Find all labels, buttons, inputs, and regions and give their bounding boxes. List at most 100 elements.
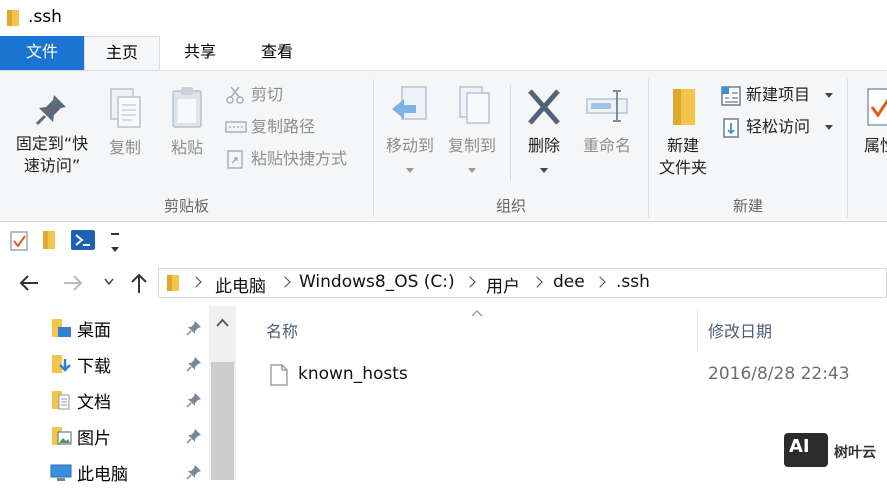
ribbon-tabs: 文件 主页 共享 查看 xyxy=(0,36,887,71)
copy-path-icon xyxy=(225,121,247,133)
scroll-up-arrow-icon[interactable] xyxy=(209,306,236,340)
title-bar: .ssh xyxy=(0,0,887,36)
copy-to-button[interactable]: 复制到 xyxy=(442,83,502,179)
pin-icon[interactable] xyxy=(186,320,202,336)
move-to-button[interactable]: 移动到 xyxy=(380,83,440,179)
move-to-dropdown-icon xyxy=(406,168,414,173)
tab-share[interactable]: 共享 xyxy=(160,36,240,70)
file-row[interactable]: known_hosts 2016/8/28 22:43 xyxy=(262,360,887,392)
forward-arrow-icon[interactable] xyxy=(62,274,84,292)
tab-home[interactable]: 主页 xyxy=(84,36,160,71)
new-folder-button[interactable]: 新建 文件夹 xyxy=(652,83,714,179)
new-item-icon xyxy=(721,86,741,106)
ribbon-separator xyxy=(510,85,511,181)
back-arrow-icon[interactable] xyxy=(18,274,40,292)
new-folder-label-line2: 文件夹 xyxy=(658,158,707,177)
breadcrumb-chevron-icon[interactable] xyxy=(594,276,606,288)
breadcrumb-chevron-icon[interactable] xyxy=(464,276,476,288)
folder-icon xyxy=(7,10,19,26)
pin-icon[interactable] xyxy=(186,392,202,408)
new-folder-icon[interactable] xyxy=(42,230,56,250)
file-icon xyxy=(270,364,288,386)
delete-button[interactable]: 删除 xyxy=(518,83,570,179)
watermark-badge-text: AI xyxy=(789,436,810,457)
pin-label-line2: 速访问” xyxy=(23,156,81,175)
paste-shortcut-label: 粘贴快捷方式 xyxy=(251,149,348,168)
breadcrumb-chevron-icon[interactable] xyxy=(190,276,202,288)
file-name: known_hosts xyxy=(298,364,408,384)
copy-label: 复制 xyxy=(108,138,141,157)
address-bar[interactable]: 此电脑 Windows8_OS (C:) 用户 dee .ssh xyxy=(158,268,887,298)
chevron-down-icon xyxy=(111,246,119,252)
group-label-new: 新建 xyxy=(732,197,763,215)
new-item-dropdown-icon xyxy=(825,93,833,98)
ribbon-separator xyxy=(847,79,848,217)
quick-access-toolbar xyxy=(0,222,887,260)
nav-item-documents[interactable]: 文档 xyxy=(50,384,210,416)
breadcrumb-chevron-icon[interactable] xyxy=(279,276,291,288)
nav-item-desktop[interactable]: 桌面 xyxy=(50,312,210,344)
rename-icon xyxy=(586,90,628,122)
pictures-folder-icon xyxy=(52,427,72,445)
customize-toolbar-dropdown[interactable] xyxy=(111,233,119,256)
rename-button[interactable]: 重命名 xyxy=(576,83,638,157)
breadcrumb-this-pc[interactable]: 此电脑 xyxy=(215,272,266,297)
easy-access-dropdown-icon xyxy=(825,125,833,130)
sort-ascending-icon xyxy=(471,310,483,317)
nav-item-label: 文档 xyxy=(77,393,111,413)
clipboard-icon xyxy=(172,87,202,128)
powershell-icon[interactable] xyxy=(71,230,95,250)
tab-view[interactable]: 查看 xyxy=(240,36,314,70)
delete-label: 删除 xyxy=(527,136,560,155)
group-label-organize: 组织 xyxy=(495,197,526,215)
nav-item-pictures[interactable]: 图片 xyxy=(50,420,210,452)
window-title: .ssh xyxy=(28,7,62,27)
watermark-text: 树叶云 xyxy=(834,445,876,461)
nav-item-this-pc[interactable]: 此电脑 xyxy=(50,456,210,488)
navigation-pane: 桌面 下载 文档 图片 此电脑 xyxy=(0,306,236,485)
column-header-date[interactable]: 修改日期 xyxy=(708,318,772,342)
paste-button[interactable]: 粘贴 xyxy=(164,85,210,159)
pin-to-quick-access-button[interactable]: 固定到“快 速访问” xyxy=(6,89,98,177)
breadcrumb-drive[interactable]: Windows8_OS (C:) xyxy=(299,272,455,292)
watermark-badge: AI xyxy=(784,433,828,467)
recent-locations-chevron-icon[interactable] xyxy=(104,278,114,286)
copy-to-dropdown-icon xyxy=(468,168,476,173)
paste-shortcut-icon xyxy=(227,150,243,169)
paste-label: 粘贴 xyxy=(170,138,203,157)
breadcrumb-users[interactable]: 用户 xyxy=(486,272,520,297)
nav-item-label: 此电脑 xyxy=(77,465,128,485)
nav-item-downloads[interactable]: 下载 xyxy=(50,348,210,380)
ribbon: 固定到“快 速访问” 复制 粘贴 剪切 复制路径 粘贴快捷方式 剪贴板 移动到 … xyxy=(0,70,887,222)
move-to-icon xyxy=(392,86,427,120)
easy-access-label: 轻松访问 xyxy=(746,117,811,136)
breadcrumb-ssh[interactable]: .ssh xyxy=(616,272,650,292)
pin-icon[interactable] xyxy=(186,356,202,372)
delete-x-icon xyxy=(528,89,560,125)
documents-folder-icon xyxy=(52,391,70,410)
pin-icon xyxy=(35,95,66,126)
move-to-label: 移动到 xyxy=(385,136,434,155)
breadcrumb-chevron-icon[interactable] xyxy=(531,276,543,288)
properties-check-icon[interactable] xyxy=(9,230,29,252)
new-item-label: 新建项目 xyxy=(746,85,811,104)
properties-button[interactable]: 属性 xyxy=(860,83,887,157)
file-modified-date: 2016/8/28 22:43 xyxy=(708,364,850,384)
nav-item-label: 桌面 xyxy=(77,321,111,341)
folder-icon xyxy=(167,275,179,291)
copy-button[interactable]: 复制 xyxy=(102,85,148,159)
up-arrow-icon[interactable] xyxy=(129,272,149,294)
column-divider[interactable] xyxy=(697,310,698,350)
group-label-clipboard: 剪贴板 xyxy=(163,197,209,215)
nav-scrollbar-thumb[interactable] xyxy=(211,362,234,480)
column-header-name[interactable]: 名称 xyxy=(266,318,298,342)
pin-icon[interactable] xyxy=(186,428,202,444)
properties-label: 属性 xyxy=(864,136,887,155)
copy-icon xyxy=(110,88,141,128)
nav-item-label: 下载 xyxy=(77,357,111,377)
tab-file[interactable]: 文件 xyxy=(0,36,84,70)
desktop-folder-icon xyxy=(52,319,71,337)
breadcrumb-dee[interactable]: dee xyxy=(553,272,585,292)
download-folder-icon xyxy=(52,355,71,373)
pin-icon[interactable] xyxy=(186,464,202,480)
